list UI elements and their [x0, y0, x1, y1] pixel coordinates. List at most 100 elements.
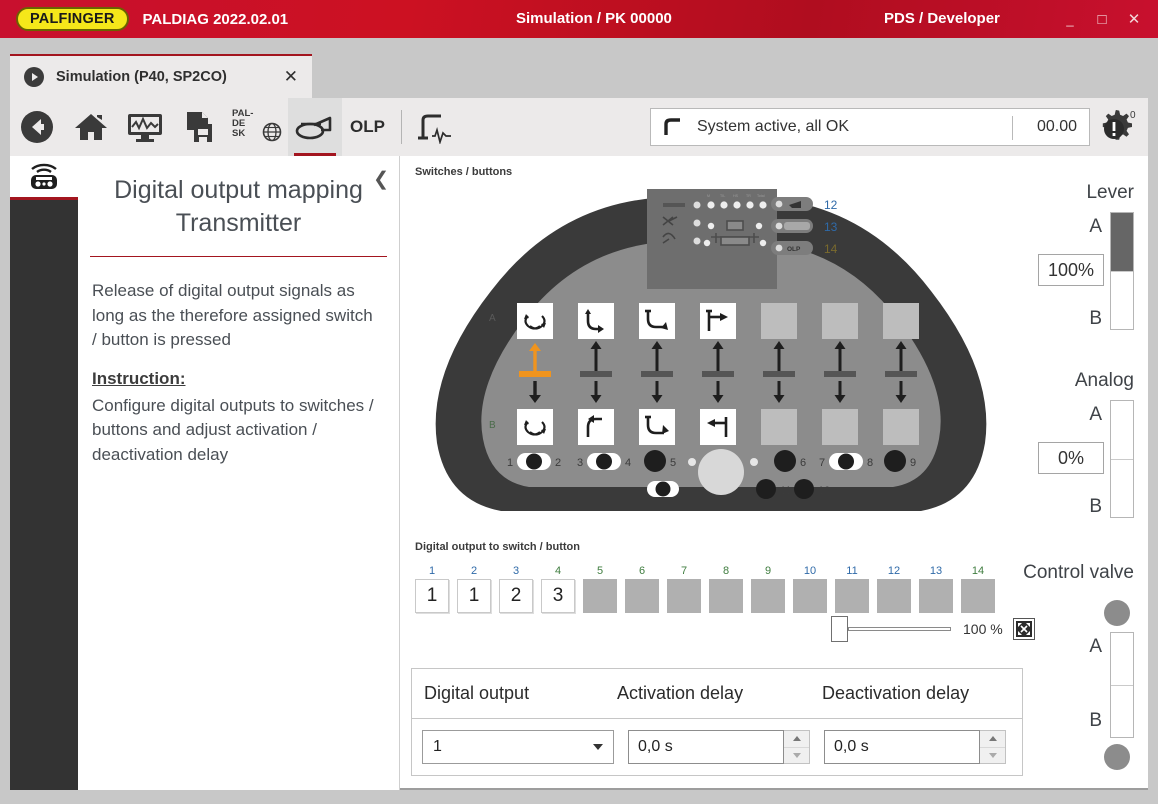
exclamation-icon	[1104, 119, 1124, 139]
transmitter-nav-button[interactable]	[10, 156, 78, 200]
mapping-cell[interactable]: 7	[667, 565, 701, 613]
mapping-cell[interactable]: 1 1	[415, 565, 449, 613]
lever-label-b: B	[1089, 308, 1102, 329]
tab-simulation[interactable]: Simulation (P40, SP2CO) ✕	[10, 54, 312, 98]
digital-output-select[interactable]: 1	[422, 730, 614, 764]
mapping-cell-number: 1	[428, 565, 436, 577]
close-button[interactable]: ✕	[1118, 4, 1150, 34]
mapping-cell[interactable]: 2 1	[457, 565, 491, 613]
deactivation-delay-spinner[interactable]	[980, 730, 1006, 764]
mapping-cell-value[interactable]	[667, 579, 701, 613]
olp-button[interactable]: OLP	[342, 117, 393, 137]
home-button[interactable]	[64, 98, 118, 156]
paldesk-button[interactable]: PAL- DE SK	[226, 98, 288, 156]
window-subtitle: Simulation / PK 00000	[516, 10, 672, 27]
deactivation-delay-decrement[interactable]	[980, 748, 1005, 764]
mapping-cell[interactable]: 4 3	[541, 565, 575, 613]
mapping-cell[interactable]: 8	[709, 565, 743, 613]
digital-output-mapping: Digital output to switch / button 1 1 2 …	[415, 541, 1025, 613]
status-bar[interactable]: System active, all OK 00.00	[650, 108, 1090, 146]
mapping-cell-value[interactable]	[625, 579, 659, 613]
mapping-cell[interactable]: 3 2	[499, 565, 533, 613]
back-button[interactable]	[10, 98, 64, 156]
digital-output-value: 1	[433, 738, 442, 755]
svg-text:TR: TR	[746, 194, 751, 198]
palfinger-logo: PALFINGER	[16, 7, 129, 31]
deactivation-delay-input[interactable]: 0,0 s	[824, 730, 980, 764]
mapping-cell-value[interactable]: 2	[499, 579, 533, 613]
mapping-cell-value[interactable]	[583, 579, 617, 613]
mapping-cell-value[interactable]	[961, 579, 995, 613]
mapping-cell[interactable]: 5	[583, 565, 617, 613]
globe-icon	[262, 122, 282, 142]
activation-delay-value: 0,0 s	[638, 738, 673, 755]
mapping-cell-value[interactable]: 1	[457, 579, 491, 613]
user-role: PDS / Developer	[884, 10, 1000, 27]
zoom-slider-handle[interactable]	[831, 616, 848, 642]
mapping-cell[interactable]: 12	[877, 565, 911, 613]
mapping-cell[interactable]: 6	[625, 565, 659, 613]
analog-label-a: A	[1089, 404, 1102, 425]
mapping-cell-value[interactable]	[877, 579, 911, 613]
activation-delay-increment[interactable]	[784, 731, 809, 748]
control-valve-title: Control valve	[1023, 562, 1134, 583]
mapping-cell-value[interactable]	[793, 579, 827, 613]
svg-text:2: 2	[555, 457, 561, 469]
signal-button[interactable]	[410, 98, 464, 156]
svg-text:6: 6	[800, 457, 806, 469]
activation-delay-stepper[interactable]: 0,0 s	[628, 730, 810, 764]
mapping-cell[interactable]: 13	[919, 565, 953, 613]
zoom-control: 100 %	[831, 616, 1035, 642]
page-title-line1: Digital output mapping	[114, 176, 363, 204]
svg-text:4: 4	[625, 457, 631, 469]
notification-count: 0	[1130, 110, 1136, 121]
chevron-down-icon[interactable]	[593, 744, 603, 750]
window-controls: _ □ ✕	[1054, 0, 1150, 38]
svg-text:12: 12	[824, 198, 838, 212]
mapping-cell[interactable]: 10	[793, 565, 827, 613]
chevron-left-icon[interactable]: ❮	[373, 168, 389, 191]
activation-delay-spinner[interactable]	[784, 730, 810, 764]
mapping-cell[interactable]: 14	[961, 565, 995, 613]
mapping-cell-number: 4	[554, 565, 562, 577]
table-header-row: Digital output Activation delay Deactiva…	[412, 669, 1022, 719]
remote-control-diagram[interactable]: M TIL HS TR Total OLP 12 13 14 A B 1 2 3…	[411, 181, 1011, 526]
analog-label-b: B	[1089, 496, 1102, 517]
svg-text:Total: Total	[757, 194, 765, 198]
mapping-cell-value[interactable]	[709, 579, 743, 613]
mapping-cell-value[interactable]	[919, 579, 953, 613]
status-text: System active, all OK	[697, 118, 850, 135]
control-valve-bar	[1110, 632, 1134, 738]
toolbar-divider	[400, 110, 402, 144]
zoom-slider-track[interactable]	[848, 627, 951, 631]
deactivation-delay-value: 0,0 s	[834, 738, 869, 755]
minimize-button[interactable]: _	[1054, 4, 1086, 34]
horn-icon	[295, 116, 332, 140]
mapping-cell[interactable]: 9	[751, 565, 785, 613]
mapping-cell-value[interactable]	[751, 579, 785, 613]
tab-close-icon[interactable]: ✕	[284, 67, 298, 87]
mapping-cell-value[interactable]: 1	[415, 579, 449, 613]
activation-delay-input[interactable]: 0,0 s	[628, 730, 784, 764]
svg-text:13: 13	[824, 220, 838, 234]
mapping-cell-value[interactable]	[835, 579, 869, 613]
deactivation-delay-stepper[interactable]: 0,0 s	[824, 730, 1006, 764]
mapping-cell-list: 1 1 2 1 3 2 4 3 5 6 7 8 9 10 11 12 13 14	[415, 565, 1025, 613]
mapping-cell-number: 9	[764, 565, 772, 577]
main-content: ❮ Digital output mapping Transmitter Rel…	[10, 156, 1148, 790]
analog-value: 0%	[1038, 442, 1104, 474]
activation-delay-decrement[interactable]	[784, 748, 809, 764]
zoom-percent: 100 %	[963, 621, 1003, 637]
crane-boom-icon	[664, 118, 680, 135]
maximize-button[interactable]: □	[1086, 4, 1118, 34]
horn-button[interactable]	[288, 98, 342, 156]
monitor-button[interactable]	[118, 98, 172, 156]
deactivation-delay-increment[interactable]	[980, 731, 1005, 748]
svg-text:A: A	[489, 313, 496, 324]
mapping-cell-number: 14	[971, 565, 985, 577]
mapping-cell[interactable]: 11	[835, 565, 869, 613]
analog-bar	[1110, 400, 1134, 518]
save-copy-button[interactable]	[172, 98, 226, 156]
notification-button[interactable]: 0	[1104, 110, 1144, 146]
mapping-cell-value[interactable]: 3	[541, 579, 575, 613]
